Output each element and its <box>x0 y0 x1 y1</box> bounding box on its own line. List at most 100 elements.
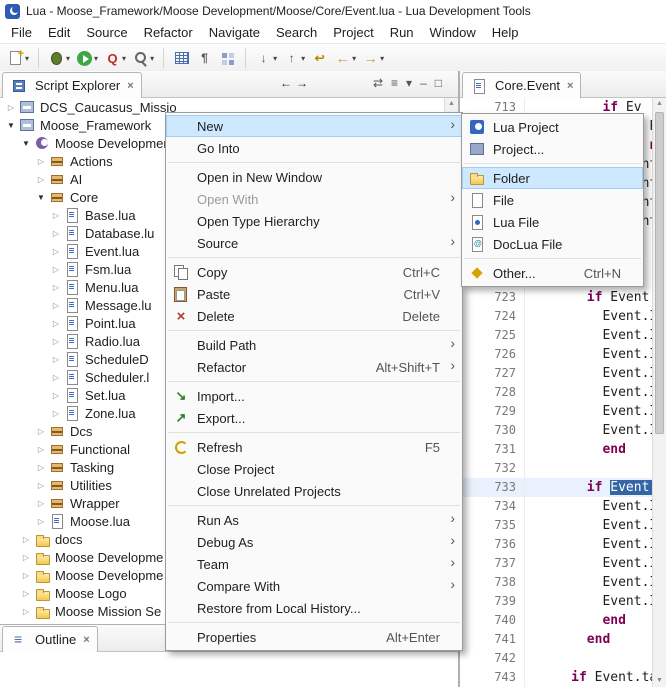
context-menu-item-delete[interactable]: DeleteDelete <box>166 305 462 327</box>
view-menu-button[interactable]: ▾ <box>406 75 412 92</box>
menubar-item-search[interactable]: Search <box>268 23 325 42</box>
menubar-item-source[interactable]: Source <box>78 23 135 42</box>
context-menu-item-paste[interactable]: PasteCtrl+V <box>166 283 462 305</box>
chevron-right-icon[interactable]: ▷ <box>34 499 48 508</box>
prev-annotation-button[interactable]: ▾ <box>281 47 307 69</box>
search-button[interactable]: ▾ <box>130 47 156 69</box>
submenu-item-doclua-file[interactable]: DocLua File <box>462 233 643 255</box>
context-menu-item-refresh[interactable]: RefreshF5 <box>166 436 462 458</box>
last-edit-location-button[interactable] <box>309 47 330 69</box>
chevron-right-icon[interactable]: ▷ <box>49 337 63 346</box>
chevron-right-icon[interactable]: ▷ <box>19 571 33 580</box>
next-annotation-button[interactable]: ▾ <box>253 47 279 69</box>
show-whitespace-button[interactable] <box>194 47 215 69</box>
chevron-right-icon[interactable]: ▷ <box>49 391 63 400</box>
tab-outline[interactable]: Outline × <box>2 626 98 652</box>
submenu-item-lua-project[interactable]: Lua Project <box>462 116 643 138</box>
new-wizard-button[interactable]: ▾ <box>5 47 31 69</box>
chevron-right-icon[interactable]: ▷ <box>19 607 33 616</box>
chevron-right-icon[interactable]: ▷ <box>34 463 48 472</box>
forward-button[interactable]: ▾ <box>360 47 386 69</box>
forward-history-button[interactable]: → <box>296 75 308 92</box>
context-menu-item-close-unrelated-projects[interactable]: Close Unrelated Projects <box>166 480 462 502</box>
maximize-button[interactable]: □ <box>435 75 442 92</box>
chevron-right-icon[interactable]: ▷ <box>34 427 48 436</box>
chevron-right-icon[interactable]: ▷ <box>49 301 63 310</box>
chevron-right-icon[interactable]: ▷ <box>49 355 63 364</box>
chevron-down-icon[interactable]: ▼ <box>4 121 18 130</box>
chevron-down-icon[interactable]: ▼ <box>19 139 33 148</box>
context-menu-item-open-in-new-window[interactable]: Open in New Window <box>166 166 462 188</box>
chevron-right-icon[interactable]: ▷ <box>34 517 48 526</box>
close-icon[interactable]: × <box>127 80 133 92</box>
context-menu-item-team[interactable]: Team› <box>166 553 462 575</box>
menubar-item-project[interactable]: Project <box>325 23 381 42</box>
chevron-right-icon[interactable]: ▷ <box>49 409 63 418</box>
context-menu-item-copy[interactable]: CopyCtrl+C <box>166 261 462 283</box>
chevron-right-icon[interactable]: ▷ <box>49 283 63 292</box>
chevron-right-icon[interactable]: ▷ <box>49 265 63 274</box>
tab-core-event[interactable]: Core.Event × <box>462 72 581 98</box>
submenu-item-file[interactable]: File <box>462 189 643 211</box>
context-menu-item-open-type-hierarchy[interactable]: Open Type Hierarchy <box>166 210 462 232</box>
link-with-editor-button[interactable]: ⇄ <box>373 75 383 92</box>
context-menu-item-restore-from-local-history[interactable]: Restore from Local History... <box>166 597 462 619</box>
menubar-item-refactor[interactable]: Refactor <box>136 23 201 42</box>
context-menu-item-compare-with[interactable]: Compare With› <box>166 575 462 597</box>
scroll-down-icon[interactable]: ▼ <box>653 675 666 687</box>
chevron-right-icon[interactable]: ▷ <box>19 553 33 562</box>
new-table-button[interactable] <box>171 47 192 69</box>
menubar-item-window[interactable]: Window <box>422 23 484 42</box>
chevron-right-icon[interactable]: ▷ <box>49 211 63 220</box>
submenu-item-folder[interactable]: Folder <box>462 167 643 189</box>
run-button[interactable]: ▾ <box>74 47 100 69</box>
menubar-item-navigate[interactable]: Navigate <box>201 23 268 42</box>
context-menu-item-run-as[interactable]: Run As› <box>166 509 462 531</box>
tab-script-explorer[interactable]: Script Explorer × <box>2 72 142 98</box>
chevron-right-icon[interactable]: ▷ <box>49 373 63 382</box>
scrollbar-thumb[interactable] <box>655 112 664 434</box>
menu-icon-spacer <box>171 629 191 645</box>
chevron-right-icon[interactable]: ▷ <box>19 589 33 598</box>
format-blocks-button[interactable] <box>217 47 238 69</box>
collapse-all-button[interactable]: ≡ <box>391 75 398 92</box>
context-menu-item-close-project[interactable]: Close Project <box>166 458 462 480</box>
scroll-up-icon[interactable]: ▲ <box>445 98 458 110</box>
chevron-right-icon[interactable]: ▷ <box>4 103 18 112</box>
close-icon[interactable]: × <box>83 634 89 646</box>
chevron-right-icon[interactable]: ▷ <box>49 319 63 328</box>
context-menu-item-source[interactable]: Source› <box>166 232 462 254</box>
submenu-item-project[interactable]: Project... <box>462 138 643 160</box>
debug-button[interactable]: ▾ <box>46 47 72 69</box>
context-menu-item-go-into[interactable]: Go Into <box>166 137 462 159</box>
context-menu-item-build-path[interactable]: Build Path› <box>166 334 462 356</box>
submenu-item-other[interactable]: Other...Ctrl+N <box>462 262 643 284</box>
chevron-right-icon[interactable]: ▷ <box>49 247 63 256</box>
minimize-button[interactable]: – <box>420 75 427 92</box>
close-icon[interactable]: × <box>567 80 573 92</box>
chevron-right-icon[interactable]: ▷ <box>34 445 48 454</box>
menubar-item-edit[interactable]: Edit <box>40 23 78 42</box>
menubar-item-help[interactable]: Help <box>484 23 527 42</box>
context-menu-item-new[interactable]: New› <box>166 115 462 137</box>
menubar-item-run[interactable]: Run <box>382 23 422 42</box>
coverage-button[interactable]: ▾ <box>102 47 128 69</box>
context-menu-item-import[interactable]: Import... <box>166 385 462 407</box>
back-button[interactable]: ▾ <box>332 47 358 69</box>
chevron-right-icon[interactable]: ▷ <box>34 157 48 166</box>
chevron-right-icon[interactable]: ▷ <box>34 175 48 184</box>
chevron-right-icon[interactable]: ▷ <box>19 535 33 544</box>
context-menu-item-refactor[interactable]: RefactorAlt+Shift+T› <box>166 356 462 378</box>
context-menu-item-debug-as[interactable]: Debug As› <box>166 531 462 553</box>
back-history-button[interactable]: ← <box>280 75 292 92</box>
submenu-item-lua-file[interactable]: Lua File <box>462 211 643 233</box>
chevron-right-icon[interactable]: ▷ <box>49 229 63 238</box>
context-menu-item-open-with[interactable]: Open With› <box>166 188 462 210</box>
chevron-right-icon[interactable]: ▷ <box>34 481 48 490</box>
menubar-item-file[interactable]: File <box>3 23 40 42</box>
context-menu-item-export[interactable]: Export... <box>166 407 462 429</box>
scroll-up-icon[interactable]: ▲ <box>653 98 666 110</box>
chevron-down-icon[interactable]: ▼ <box>34 193 48 202</box>
editor-scrollbar[interactable]: ▲ ▼ <box>652 98 666 687</box>
context-menu-item-properties[interactable]: PropertiesAlt+Enter <box>166 626 462 648</box>
